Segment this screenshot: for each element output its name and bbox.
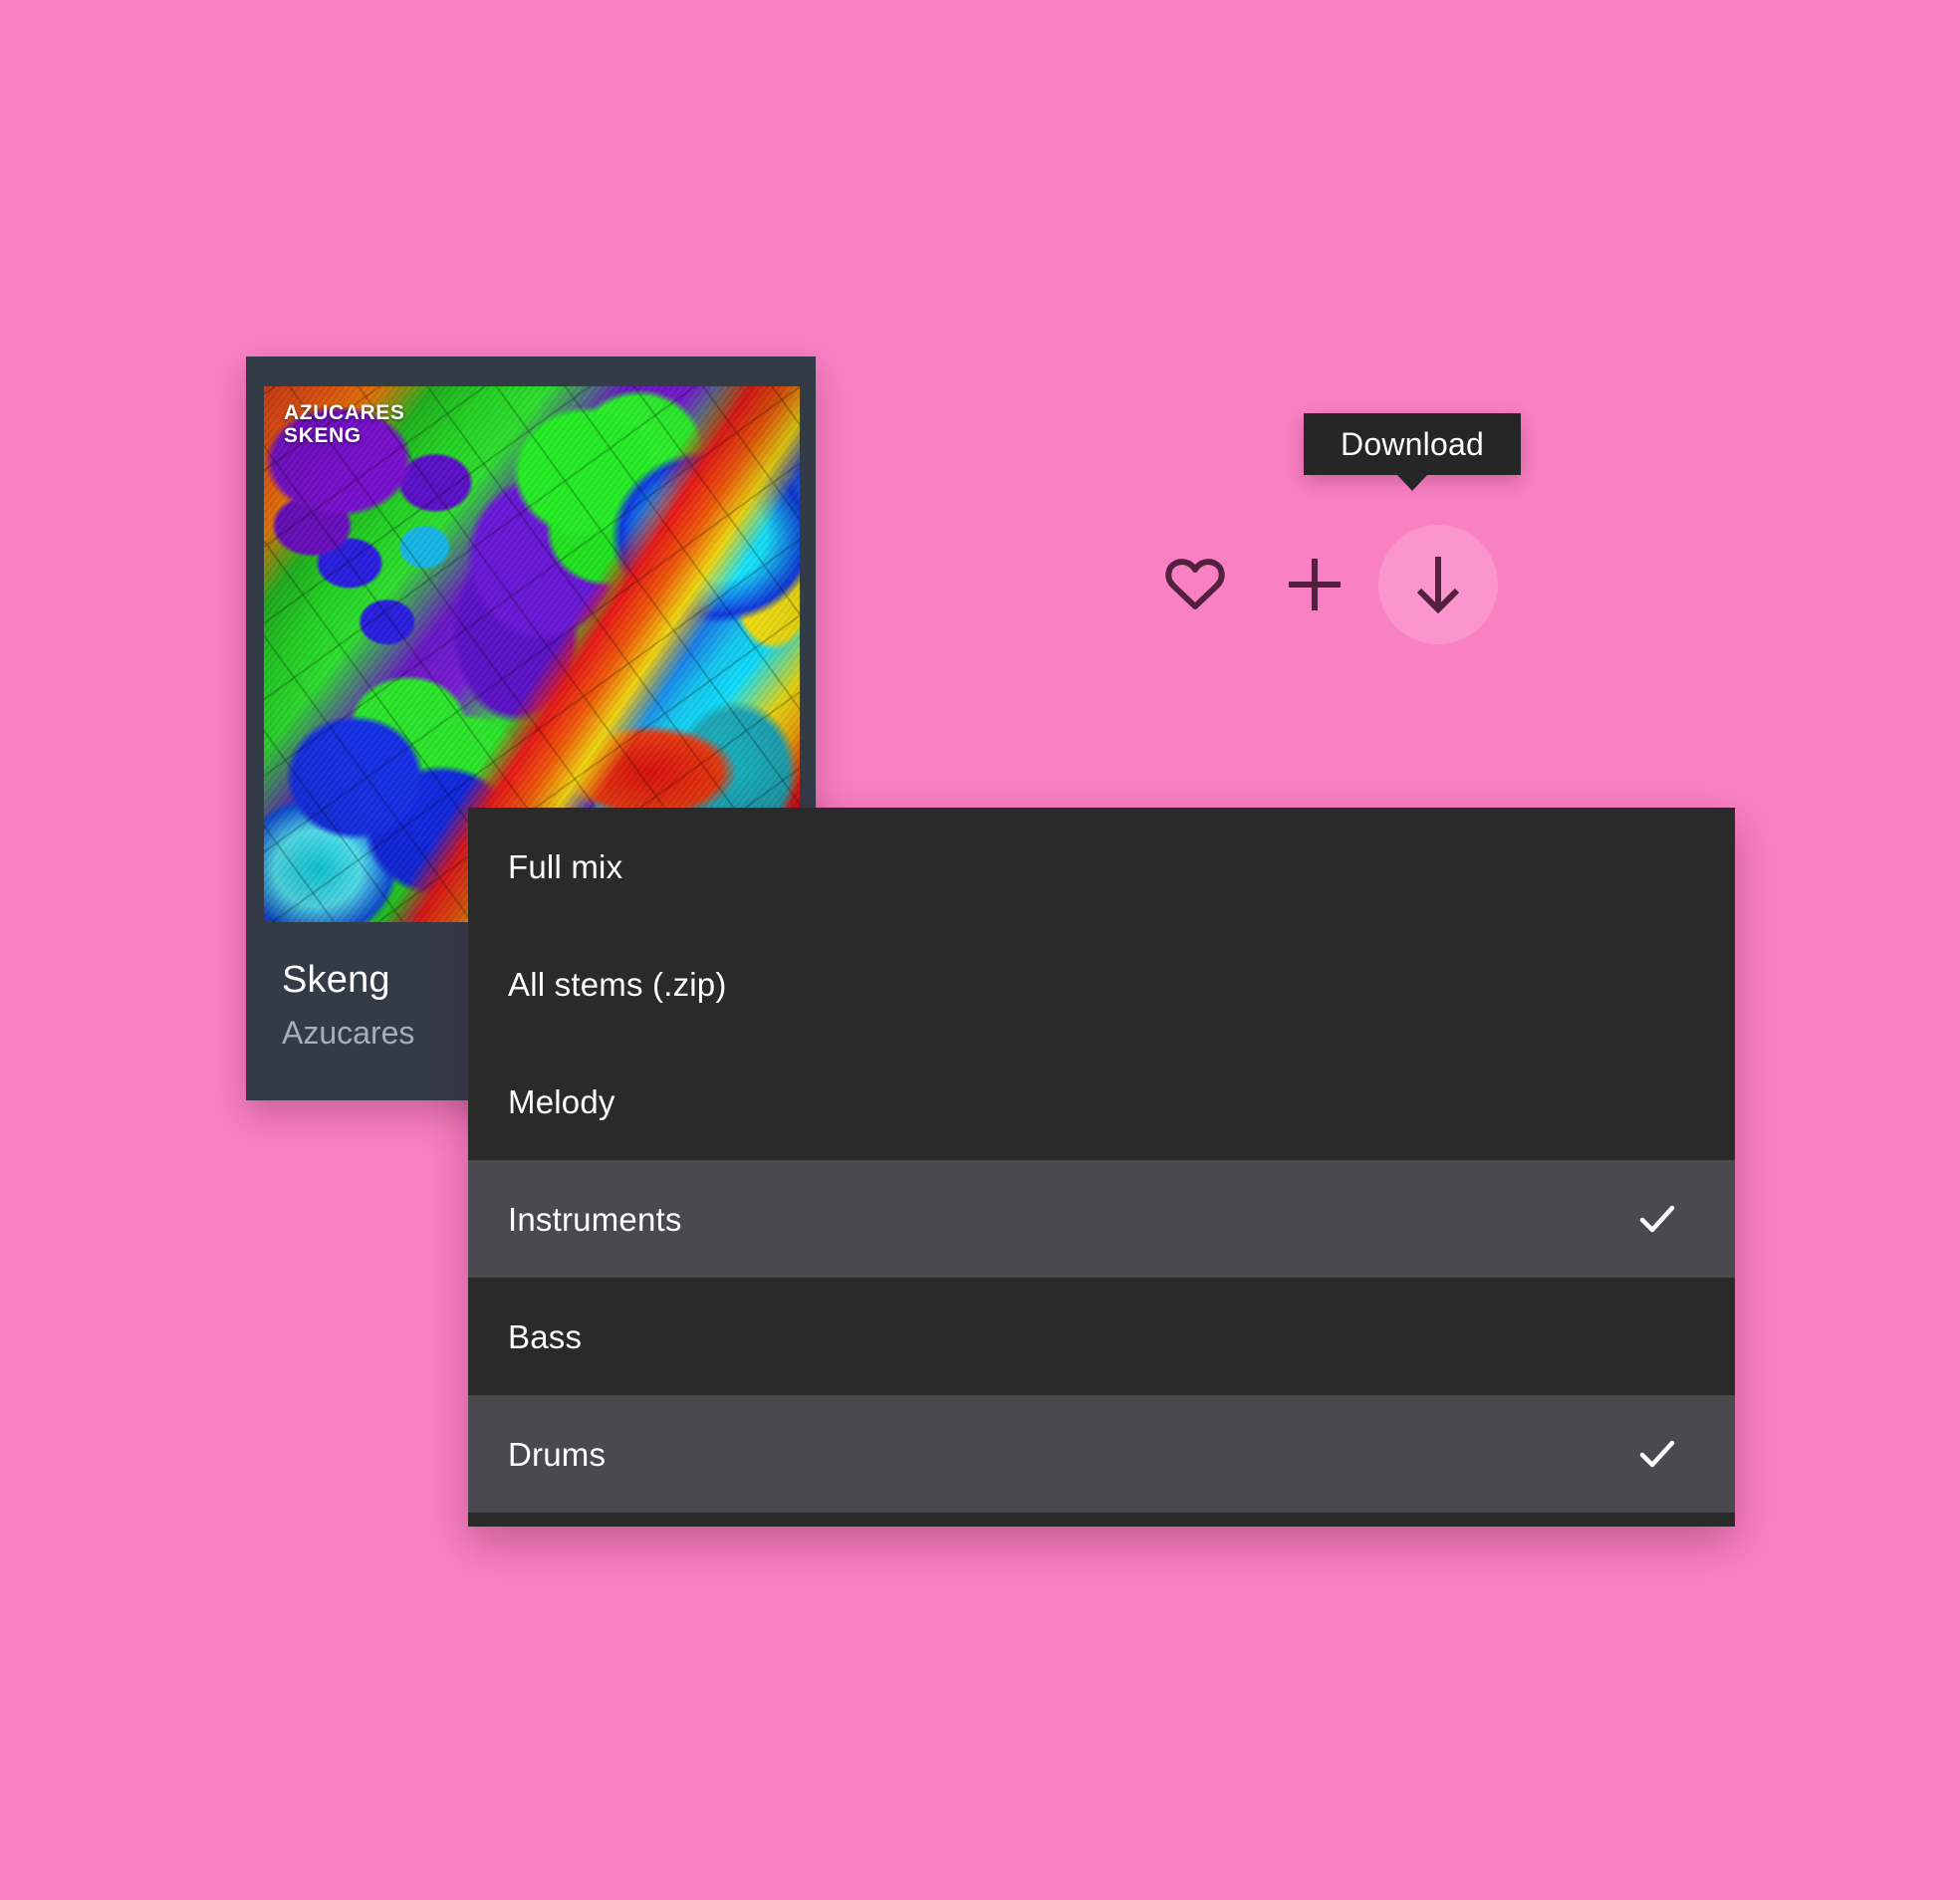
- download-arrow-icon: [1412, 554, 1464, 615]
- menu-item-melody[interactable]: Melody: [468, 1043, 1735, 1160]
- menu-item-drums[interactable]: Drums: [468, 1395, 1735, 1513]
- menu-item-full-mix[interactable]: Full mix: [468, 808, 1735, 925]
- menu-item-bass[interactable]: Bass: [468, 1278, 1735, 1395]
- artwork-wordmark: AZUCARES SKENG: [284, 401, 405, 447]
- check-icon: [1637, 1434, 1677, 1474]
- like-button[interactable]: [1135, 525, 1255, 644]
- menu-item-all-stems-zip[interactable]: All stems (.zip): [468, 925, 1735, 1043]
- menu-item-label: Melody: [508, 1082, 615, 1120]
- menu-item-label: Bass: [508, 1317, 583, 1355]
- tooltip-arrow-icon: [1397, 475, 1427, 491]
- check-icon: [1637, 1199, 1677, 1239]
- menu-item-instruments[interactable]: Instruments: [468, 1160, 1735, 1278]
- menu-item-label: Drums: [508, 1435, 607, 1473]
- track-action-bar: [1135, 525, 1514, 654]
- menu-item-label: Instruments: [508, 1200, 682, 1238]
- plus-icon: [1286, 556, 1344, 613]
- download-tooltip-label: Download: [1341, 426, 1484, 462]
- download-format-menu[interactable]: Full mix All stems (.zip) Melody Instrument…: [468, 808, 1735, 1527]
- menu-item-label: Full mix: [508, 847, 623, 885]
- heart-icon: [1164, 557, 1226, 612]
- add-button[interactable]: [1255, 525, 1374, 644]
- download-tooltip: Download: [1304, 413, 1521, 491]
- menu-item-label: All stems (.zip): [508, 965, 727, 1003]
- download-button[interactable]: [1378, 525, 1498, 644]
